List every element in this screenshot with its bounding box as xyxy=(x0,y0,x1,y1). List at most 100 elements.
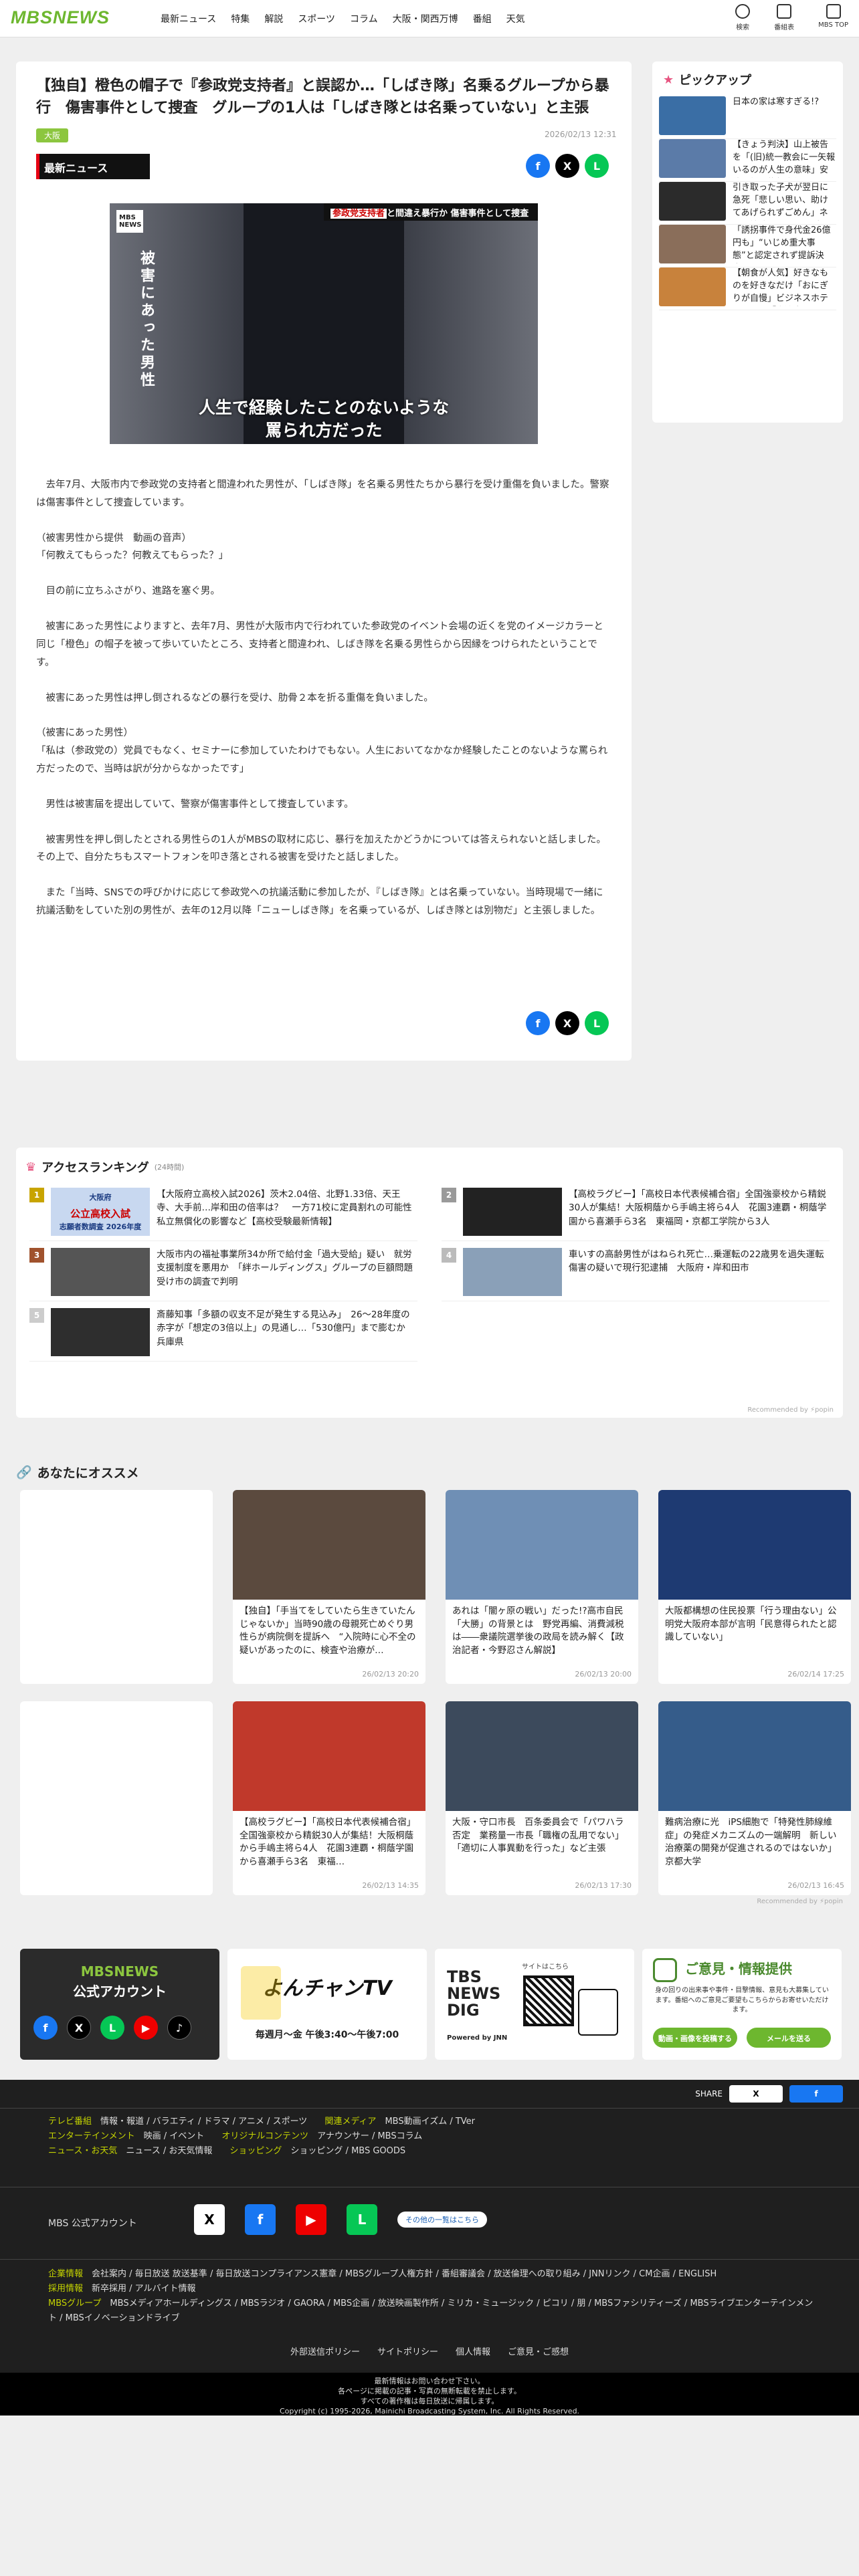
recommend-card[interactable]: 【独自】「手当てをしていたら生きていたんじゃないか」当時90歳の母親死亡めぐり男… xyxy=(233,1490,425,1684)
footer-facebook-share-button[interactable]: f xyxy=(789,2085,843,2103)
ranking-item[interactable]: 4 車いすの高齢男性がはねられ死亡…乗運転の22歳男を過失運転傷害の疑いで現行犯逮… xyxy=(442,1248,830,1301)
x-share-icon[interactable]: X xyxy=(555,154,579,178)
footer-share: SHARE X f xyxy=(695,2085,843,2103)
crown-icon: ♛ xyxy=(25,1160,37,1174)
ranking-item[interactable]: 5 斎藤知事「多額の収支不足が発生する見込み」 26～28年度の赤字が「想定の3倍… xyxy=(29,1308,417,1362)
article-paragraph: 被害にあった男性は押し倒されるなどの暴行を受け、肋骨２本を折る重傷を負いました。 xyxy=(36,692,434,704)
line-icon[interactable]: L xyxy=(347,2204,377,2235)
global-nav: 最新ニュース 特集 解説 スポーツ コラム 大阪・関西万博 番組 天気 xyxy=(161,12,525,25)
recommend-card[interactable]: 大阪・守口市長 百条委員会で「パワハラ否定 業務量一市長「職権の乱用でない」「適… xyxy=(446,1701,638,1895)
ranking-thumbnail: 大阪府公立高校入試志願者数調査 2026年度 xyxy=(51,1188,150,1236)
post-media-button[interactable]: 動画・画像を投稿する xyxy=(653,2028,737,2048)
site-logo[interactable]: MBSNEWS xyxy=(11,7,110,28)
recommend-date: 26/02/14 17:25 xyxy=(787,1670,844,1679)
region-tag[interactable]: 大阪 xyxy=(36,128,69,142)
nav-item-column[interactable]: コラム xyxy=(350,12,378,25)
nav-item-sports[interactable]: スポーツ xyxy=(298,12,335,25)
article-title: 【独自】橙色の帽子で『参政党支持者』と誤認か…「しばき隊」名乗るグループから暴行… xyxy=(36,78,609,116)
ranking-item[interactable]: 1 大阪府 公立高校入試 志願者数調査 2026年度 【大阪府立高校入試2026】茨木2… xyxy=(29,1188,417,1241)
promo-official-accounts[interactable]: MBSNEWS 公式アカウント f X L ▶ ♪ xyxy=(20,1949,219,2060)
youtube-icon[interactable]: ▶ xyxy=(296,2204,326,2235)
recommend-thumbnail xyxy=(658,1701,851,1811)
pickup-item[interactable]: 日本の家は寒すぎる!? xyxy=(659,96,836,139)
pickup-item[interactable]: 引き取った子犬が翌日に急死「悲しい思い、助けてあげられずごめん」ネット譲渡めぐり… xyxy=(659,182,836,225)
ranking-thumbnail-text: 大阪府 xyxy=(89,1193,112,1202)
pickup-thumbnail xyxy=(659,225,726,263)
nav-item-expo[interactable]: 大阪・関西万博 xyxy=(393,12,458,25)
x-icon[interactable]: X xyxy=(194,2204,225,2235)
ranking-title: 大阪市内の福祉事業所34か所で給付金「過大受給」疑い 就労支援制度を悪用か 「絆… xyxy=(157,1249,413,1287)
line-share-icon[interactable]: L xyxy=(585,1011,609,1035)
ranking-item[interactable]: 2 【高校ラグビー】「高校日本代表候補合宿」全国強豪校から精鋭30人が集結！大阪桐… xyxy=(442,1188,830,1241)
facebook-icon[interactable]: f xyxy=(245,2204,276,2235)
footer-official-label: MBS 公式アカウント xyxy=(48,2218,137,2229)
footer-social-icons: X f ▶ L その他の一覧はこちら xyxy=(194,2204,487,2235)
promo-yonchan-tv[interactable]: よんチャンTV 毎週月～金 午後3:40～午後7:00 xyxy=(227,1949,427,2060)
chat-icon xyxy=(653,1958,677,1982)
recommend-thumbnail xyxy=(658,1490,851,1600)
nav-item-programs[interactable]: 番組 xyxy=(473,12,492,25)
pickup-heading: ★ ピックアップ xyxy=(663,72,752,88)
pickup-item[interactable]: 【きょう判決】山上被告を「(旧)統一教会に一矢報いるのが人生の意味」安倍元総理襲… xyxy=(659,139,836,182)
line-icon: L xyxy=(100,2016,124,2040)
pickup-item[interactable]: 「誘拐事件で身代金26億円も」“いじめ重大事態”と認定されず提訴決意…いじめと闘… xyxy=(659,225,836,267)
youtube-icon: ▶ xyxy=(134,2016,158,2040)
ranking-thumbnail-text: 公立高校入試 xyxy=(70,1208,130,1220)
facebook-share-icon[interactable]: f xyxy=(526,154,550,178)
nav-item-latest[interactable]: 最新ニュース xyxy=(161,12,216,25)
pickup-thumbnail xyxy=(659,96,726,135)
recommend-thumbnail xyxy=(233,1701,425,1811)
ranking-title: 【高校ラグビー】「高校日本代表候補合宿」全国強豪校から精鋭30人が集結！大阪桐蔭… xyxy=(569,1189,827,1227)
rank-number: 3 xyxy=(29,1248,44,1263)
send-mail-button[interactable]: メールを送る xyxy=(747,2028,831,2048)
pickup-item[interactable]: 【朝食が人気】好きなものを好きなだけ「おにぎりが自慢」ビジネスホテルなのに「宿泊… xyxy=(659,267,836,310)
search-icon xyxy=(735,4,751,19)
pickup-thumbnail xyxy=(659,182,726,221)
article-paragraph: 目の前に立ちふさがり、進路を塞ぐ男。 xyxy=(36,586,220,597)
recommend-card[interactable]: 【高校ラグビー】「高校日本代表候補合宿」全国強豪校から精鋭30人が集結！大阪桐蔭… xyxy=(233,1701,425,1895)
star-icon: ★ xyxy=(663,72,674,87)
article-paragraph: （被害男性から提供 動画の音声） 「何教えてもらった？何教えてもらった？」 xyxy=(36,532,229,562)
program-label[interactable]: 最新ニュース xyxy=(36,154,150,179)
recommend-date: 26/02/13 16:45 xyxy=(787,1881,844,1890)
recommend-date: 26/02/13 20:20 xyxy=(362,1670,419,1679)
ranking-title: 車いすの高齢男性がはねられ死亡…乗運転の22歳男を過失運転傷害の疑いで現行犯逮捕… xyxy=(569,1249,824,1274)
nav-item-feature[interactable]: 特集 xyxy=(231,12,250,25)
recommend-card[interactable]: あれは「闇ヶ原の戦い」だった!?高市自民「大勝」の背景とは 野党再編、消費減税は… xyxy=(446,1490,638,1684)
x-share-icon[interactable]: X xyxy=(555,1011,579,1035)
promo-feedback[interactable]: ご意見・情報提供 身の回りの出来事や事件・目撃情報、意見も大募集しています。番組… xyxy=(642,1949,842,2060)
footer-bottom-links[interactable]: 外部送信ポリシー サイトポリシー 個人情報 ご意見・ご感想 xyxy=(0,2345,859,2357)
calendar-icon xyxy=(777,4,792,19)
ranking-thumbnail-text: 志願者数調査 2026年度 xyxy=(59,1222,142,1231)
mbs-top-button[interactable]: MBS TOP xyxy=(818,4,848,31)
line-share-icon[interactable]: L xyxy=(585,154,609,178)
photo-vertical-caption: 被害にあった男性 xyxy=(138,250,155,389)
recommend-card[interactable]: 難病治療に光 iPS細胞で「特発性肺線維症」の発症メカニズムの一端解明 新しい治… xyxy=(658,1701,851,1895)
photo-watermark: MBS NEWS xyxy=(116,210,143,233)
pickup-title: 【きょう判決】山上被告を「(旧)統一教会に一矢報いるのが人生の意味」安倍元総理襲… xyxy=(733,140,836,178)
recommend-card[interactable]: 大阪都構想の住民投票「行う理由ない」公明党大阪府本部が言明「民意得られたと認識し… xyxy=(658,1490,851,1684)
promo-tbs-news-dig[interactable]: TBS NEWS DIG Powered by JNN サイトはこちら xyxy=(435,1949,634,2060)
tv-guide-button[interactable]: 番組表 xyxy=(774,4,794,31)
rank-number: 5 xyxy=(29,1308,44,1323)
search-button[interactable]: 検索 xyxy=(735,4,751,31)
nav-item-weather[interactable]: 天気 xyxy=(506,12,525,25)
footer-x-share-button[interactable]: X xyxy=(729,2085,783,2103)
ranking-recommended-by[interactable]: Recommended by ⚡popin xyxy=(747,1406,834,1414)
link-icon: 🔗 xyxy=(16,1465,32,1480)
site-footer: SHARE X f テレビ番組 情報・報道 / バラエティ / ドラマ / アニ… xyxy=(0,2080,859,2414)
header-icons: 検索 番組表 MBS TOP xyxy=(735,4,848,31)
footer-links-tv: テレビ番組 情報・報道 / バラエティ / ドラマ / アニメ / スポーツ 関… xyxy=(48,2117,476,2157)
ranking-item[interactable]: 3 大阪市内の福祉事業所34か所で給付金「過大受給」疑い 就労支援制度を悪用か 「… xyxy=(29,1248,417,1301)
facebook-share-icon[interactable]: f xyxy=(526,1011,550,1035)
ranking-title: 【大阪府立高校入試2026】茨木2.04倍、北野1.33倍、天王寺、大手前…岸和… xyxy=(157,1189,417,1227)
site-header: MBSNEWS 最新ニュース 特集 解説 スポーツ コラム 大阪・関西万博 番組… xyxy=(0,0,859,37)
recommend-date: 26/02/13 14:35 xyxy=(362,1881,419,1890)
nav-item-explain[interactable]: 解説 xyxy=(264,12,283,25)
home-icon xyxy=(826,4,841,19)
article-date: 2026/02/13 12:31 xyxy=(545,130,617,139)
official-more-link[interactable]: その他の一覧はこちら xyxy=(397,2212,487,2228)
photo-caption-2: 罵られ方だった xyxy=(265,421,383,440)
recommend-title: 大阪・守口市長 百条委員会で「パワハラ否定 業務量一市長「職権の乱用でない」「適… xyxy=(452,1817,624,1854)
facebook-icon: f xyxy=(33,2016,58,2040)
